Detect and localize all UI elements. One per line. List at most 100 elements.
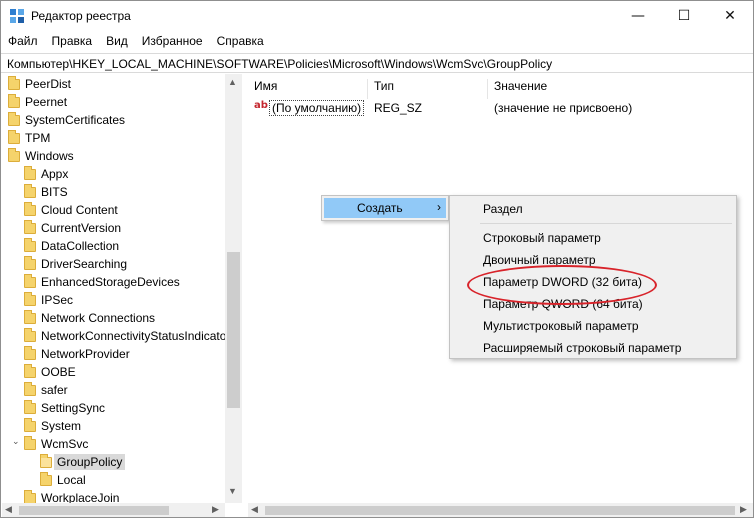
tree-item-label: PeerDist: [25, 77, 72, 91]
folder-icon: [24, 435, 36, 450]
tree-item[interactable]: DriverSearching: [24, 255, 127, 273]
menu-file[interactable]: Файл: [1, 32, 45, 51]
list-horizontal-scrollbar[interactable]: ◀ ▶: [248, 503, 753, 517]
tree-item-label: GroupPolicy: [54, 454, 126, 470]
tree-item[interactable]: Peernet: [8, 93, 67, 111]
menu-item-expandable-string-value[interactable]: Расширяемый строковый параметр: [483, 341, 681, 361]
menu-item-qword-value[interactable]: Параметр QWORD (64 бита): [483, 297, 643, 317]
tree-item[interactable]: GroupPolicy: [40, 453, 126, 471]
string-value-icon: ab: [254, 100, 268, 111]
folder-icon: [24, 201, 36, 216]
menu-item-dword-value[interactable]: Параметр DWORD (32 бита): [483, 275, 642, 295]
menu-favorites[interactable]: Избранное: [135, 32, 210, 51]
registry-key-tree[interactable]: PeerDist Peernet SystemCertificates TPM Wind…: [2, 74, 242, 503]
tree-item-label: SystemCertificates: [25, 113, 126, 127]
scroll-right-icon[interactable]: ▶: [212, 504, 219, 515]
registry-editor-window: Редактор реестра — ☐ ✕ Файл Правка Вид И…: [0, 0, 754, 518]
folder-icon: [24, 417, 36, 432]
menu-separator: [480, 223, 732, 224]
table-row[interactable]: ab (По умолчанию) REG_SZ (значение не пр…: [248, 100, 753, 118]
tree-item[interactable]: safer: [24, 381, 68, 399]
list-hscroll-thumb[interactable]: [265, 506, 735, 515]
address-bar[interactable]: Компьютер\HKEY_LOCAL_MACHINE\SOFTWARE\Po…: [1, 53, 753, 73]
column-header-value[interactable]: Значение: [488, 79, 753, 99]
tree-item[interactable]: NetworkProvider: [24, 345, 130, 363]
folder-icon: [24, 363, 36, 378]
tree-item-label: Appx: [41, 167, 69, 181]
tree-item[interactable]: Appx: [24, 165, 68, 183]
tree-horizontal-scrollbar[interactable]: ◀ ▶: [2, 503, 225, 517]
maximize-button[interactable]: ☐: [661, 1, 707, 31]
tree-vertical-scrollbar[interactable]: ▲ ▼: [225, 74, 242, 503]
tree-item-label: Network Connections: [41, 311, 156, 325]
folder-icon: [24, 237, 36, 252]
tree-item[interactable]: EnhancedStorageDevices: [24, 273, 180, 291]
tree-item[interactable]: SettingSync: [24, 399, 105, 417]
folder-icon: [24, 345, 36, 360]
scroll-left-icon[interactable]: ◀: [5, 504, 12, 515]
window-title: Редактор реестра: [31, 9, 131, 23]
tree-item-label: DriverSearching: [41, 257, 128, 271]
tree-item-label: NetworkConnectivityStatusIndicator: [41, 329, 231, 343]
value-data: (значение не присвоено): [494, 101, 633, 115]
column-header-type[interactable]: Тип: [368, 79, 488, 99]
tree-item[interactable]: CurrentVersion: [24, 219, 121, 237]
tree-item[interactable]: System: [24, 417, 81, 435]
menu-edit[interactable]: Правка: [45, 32, 100, 51]
tree-item-label: NetworkProvider: [41, 347, 130, 361]
minimize-button[interactable]: —: [615, 1, 661, 31]
menu-item-key[interactable]: Раздел: [483, 202, 523, 222]
tree-item[interactable]: NetworkConnectivityStatusIndicator: [24, 327, 230, 345]
tree-item[interactable]: TPM: [8, 129, 50, 147]
tree-item-label: safer: [41, 383, 68, 397]
tree-item[interactable]: Local: [40, 471, 86, 489]
tree-item-label: BITS: [41, 185, 68, 199]
tree-item-label: SettingSync: [41, 401, 106, 415]
menu-view[interactable]: Вид: [99, 32, 135, 51]
tree-scroll-thumb[interactable]: [227, 252, 240, 408]
scroll-up-icon[interactable]: ▲: [228, 77, 237, 87]
tree-item[interactable]: Windows: [8, 147, 74, 165]
minimize-icon: —: [631, 8, 645, 24]
close-icon: ✕: [724, 8, 736, 24]
folder-icon: [24, 291, 36, 306]
menu-item-create-label: Создать: [357, 201, 403, 215]
menu-item-create[interactable]: Создать ›: [324, 198, 446, 218]
tree-item[interactable]: SystemCertificates: [8, 111, 125, 129]
tree-item-label: DataCollection: [41, 239, 120, 253]
tree-item[interactable]: BITS: [24, 183, 68, 201]
tree-item[interactable]: Cloud Content: [24, 201, 118, 219]
close-button[interactable]: ✕: [707, 1, 753, 31]
scroll-left-icon[interactable]: ◀: [251, 504, 258, 515]
menu-bar: Файл Правка Вид Избранное Справка: [1, 32, 753, 51]
tree-item[interactable]: DataCollection: [24, 237, 119, 255]
create-submenu: Раздел Строковый параметр Двоичный парам…: [449, 195, 737, 359]
value-name[interactable]: (По умолчанию): [269, 100, 365, 116]
collapse-icon[interactable]: ⌄: [12, 436, 20, 447]
folder-icon: [24, 165, 36, 180]
folder-icon: [8, 75, 20, 90]
column-header-name[interactable]: Имя: [248, 79, 368, 99]
tree-item-label: Peernet: [25, 95, 68, 109]
tree-item[interactable]: ⌄ WcmSvc: [12, 435, 88, 453]
scroll-down-icon[interactable]: ▼: [228, 486, 237, 496]
tree-item-label: CurrentVersion: [41, 221, 122, 235]
folder-icon: [24, 489, 36, 503]
folder-icon: [24, 399, 36, 414]
tree-item-label: System: [41, 419, 82, 433]
tree-item-label: OOBE: [41, 365, 76, 379]
scroll-right-icon[interactable]: ▶: [740, 504, 747, 515]
tree-item[interactable]: Network Connections: [24, 309, 155, 327]
tree-item[interactable]: OOBE: [24, 363, 76, 381]
menu-item-binary-value[interactable]: Двоичный параметр: [483, 253, 596, 273]
submenu-arrow-icon: ›: [437, 200, 441, 214]
tree-hscroll-thumb[interactable]: [19, 506, 169, 515]
tree-item[interactable]: IPSec: [24, 291, 73, 309]
tree-item[interactable]: WorkplaceJoin: [24, 489, 119, 503]
menu-item-multistring-value[interactable]: Мультистроковый параметр: [483, 319, 639, 339]
tree-item[interactable]: PeerDist: [8, 75, 71, 93]
folder-icon: [8, 147, 20, 162]
tree-item-label: EnhancedStorageDevices: [41, 275, 180, 289]
menu-help[interactable]: Справка: [210, 32, 271, 51]
menu-item-string-value[interactable]: Строковый параметр: [483, 231, 601, 251]
